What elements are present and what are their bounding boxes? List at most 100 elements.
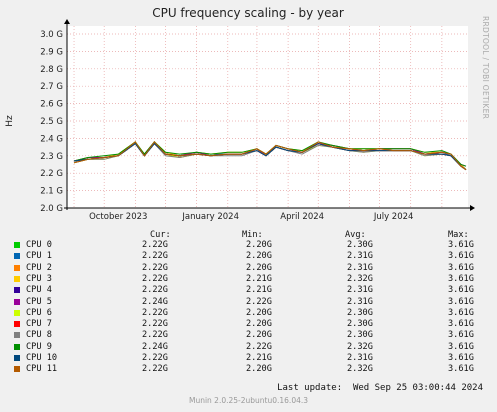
munin-graph: CPU frequency scaling - by year Hz 3.0 G… xyxy=(0,0,497,412)
legend-cur: 2.22G xyxy=(142,240,168,250)
legend-name: CPU 9 xyxy=(26,341,52,352)
legend-row: CPU 2 2.22G 2.20G 2.31G 3.61G xyxy=(0,263,497,274)
legend-max: 3.61G xyxy=(448,296,474,307)
legend-min: 2.20G xyxy=(246,251,272,262)
legend-avg: 2.31G xyxy=(347,285,373,296)
legend-row: CPU 11 2.22G 2.20G 2.32G 3.61G xyxy=(0,364,497,375)
y-axis-arrow xyxy=(64,19,70,24)
legend-max: 3.61G xyxy=(448,285,474,296)
legend-max: 3.61G xyxy=(448,364,474,375)
legend-swatch xyxy=(14,309,20,316)
legend-min: 2.21G xyxy=(246,353,272,363)
legend-cur: 2.24G xyxy=(142,341,168,352)
legend-row: CPU 8 2.22G 2.20G 2.30G 3.61G xyxy=(0,330,497,341)
legend-max: 3.61G xyxy=(448,262,474,273)
legend-max: 3.61G xyxy=(448,353,474,363)
legend-name: CPU 3 xyxy=(26,273,52,284)
legend-avg: 2.31G xyxy=(347,296,373,307)
plot-background xyxy=(67,26,468,208)
legend-max: 3.61G xyxy=(448,330,474,341)
y-tick-label: 2.6 G xyxy=(40,100,63,110)
x-tick-label: April 2024 xyxy=(280,212,324,222)
y-tick-label: 2.7 G xyxy=(40,82,63,92)
legend-name: CPU 8 xyxy=(26,330,52,341)
y-tick-labels: 3.0 G 2.9 G 2.8 G 2.7 G 2.6 G 2.5 G 2.4 G 2.3 G… xyxy=(40,30,63,214)
legend-cur: 2.22G xyxy=(142,307,168,318)
legend-cur: 2.22G xyxy=(142,262,168,273)
legend-cur: 2.22G xyxy=(142,273,168,284)
legend-cur: 2.22G xyxy=(142,330,168,341)
legend-row: CPU 9 2.24G 2.22G 2.32G 3.61G xyxy=(0,342,497,353)
y-tick-label: 2.9 G xyxy=(40,47,63,57)
legend-name: CPU 4 xyxy=(26,285,52,296)
legend-name: CPU 2 xyxy=(26,262,52,273)
legend-row: CPU 5 2.24G 2.22G 2.31G 3.61G xyxy=(0,297,497,308)
legend-avg: 2.32G xyxy=(347,341,373,352)
legend-name: CPU 10 xyxy=(26,353,58,363)
legend-swatch xyxy=(14,321,20,328)
y-tick-label: 3.0 G xyxy=(40,30,63,40)
legend-avg: 2.31G xyxy=(347,262,373,273)
legend-min: 2.21G xyxy=(246,285,272,296)
legend-row: CPU 1 2.22G 2.20G 2.31G 3.61G xyxy=(0,251,497,262)
y-tick-label: 2.3 G xyxy=(40,152,63,162)
legend-min: 2.20G xyxy=(246,364,272,375)
legend-cur: 2.24G xyxy=(142,296,168,307)
legend-avg: 2.32G xyxy=(347,364,373,375)
legend-min: 2.20G xyxy=(246,262,272,273)
legend-cur: 2.22G xyxy=(142,364,168,375)
y-tick-label: 2.4 G xyxy=(40,134,63,144)
legend-name: CPU 6 xyxy=(26,307,52,318)
y-tick-label: 2.5 G xyxy=(40,117,63,127)
legend-name: CPU 7 xyxy=(26,319,52,330)
x-tick-labels: October 2023 January 2024 April 2024 July 2… xyxy=(89,212,413,222)
legend-swatch xyxy=(14,343,20,350)
legend-avg: 2.32G xyxy=(347,273,373,284)
legend-avg: 2.31G xyxy=(347,251,373,262)
legend-row: CPU 6 2.22G 2.20G 2.30G 3.61G xyxy=(0,308,497,319)
legend-row: CPU 7 2.22G 2.20G 2.30G 3.61G xyxy=(0,319,497,330)
chart-area: CPU frequency scaling - by year Hz 3.0 G… xyxy=(5,6,475,222)
y-tick-label: 2.8 G xyxy=(40,65,63,75)
legend-row: CPU 4 2.22G 2.21G 2.31G 3.61G xyxy=(0,285,497,296)
legend-swatch xyxy=(14,355,20,361)
legend-row: CPU 0 2.22G 2.20G 2.30G 3.61G xyxy=(0,240,497,251)
legend-swatch xyxy=(14,298,20,305)
chart-title: CPU frequency scaling - by year xyxy=(152,6,344,20)
munin-version: Munin 2.0.25-2ubuntu0.16.04.3 xyxy=(188,396,309,405)
rrdtool-credit: RRDTOOL / TOBI OETIKER xyxy=(481,16,490,120)
legend-name: CPU 11 xyxy=(26,364,58,375)
legend-min: 2.21G xyxy=(246,273,272,284)
legend-swatch xyxy=(14,366,20,373)
legend-row: CPU 3 2.22G 2.21G 2.32G 3.61G xyxy=(0,274,497,285)
legend-min: 2.20G xyxy=(246,240,272,250)
x-axis-arrow xyxy=(470,205,475,211)
legend-name: CPU 5 xyxy=(26,296,52,307)
legend-min: 2.22G xyxy=(246,341,272,352)
legend-max: 3.61G xyxy=(448,341,474,352)
legend-max: 3.61G xyxy=(448,251,474,262)
legend-max: 3.61G xyxy=(448,319,474,330)
legend-header-cur: Cur: xyxy=(150,230,171,240)
legend-name: CPU 1 xyxy=(26,251,52,262)
legend-min: 2.20G xyxy=(246,319,272,330)
legend-swatch xyxy=(14,287,20,294)
legend-min: 2.22G xyxy=(246,296,272,307)
legend-cur: 2.22G xyxy=(142,353,168,363)
legend-avg: 2.31G xyxy=(347,353,373,363)
legend-avg: 2.30G xyxy=(347,330,373,341)
x-tick-label: July 2024 xyxy=(373,212,414,222)
legend-swatch xyxy=(14,275,20,282)
legend-header-max: Max: xyxy=(448,230,469,240)
legend-min: 2.20G xyxy=(246,330,272,341)
x-tick-label: January 2024 xyxy=(181,212,239,222)
legend-max: 3.61G xyxy=(448,307,474,318)
legend-swatch xyxy=(14,332,20,339)
y-axis-label: Hz xyxy=(5,115,15,127)
legend-cur: 2.22G xyxy=(142,251,168,262)
y-tick-label: 2.1 G xyxy=(40,187,63,197)
legend-avg: 2.30G xyxy=(347,307,373,318)
legend-name: CPU 0 xyxy=(26,240,52,250)
legend-header-avg: Avg: xyxy=(345,230,366,240)
last-update: Last update: Wed Sep 25 03:00:44 2024 xyxy=(277,383,483,393)
